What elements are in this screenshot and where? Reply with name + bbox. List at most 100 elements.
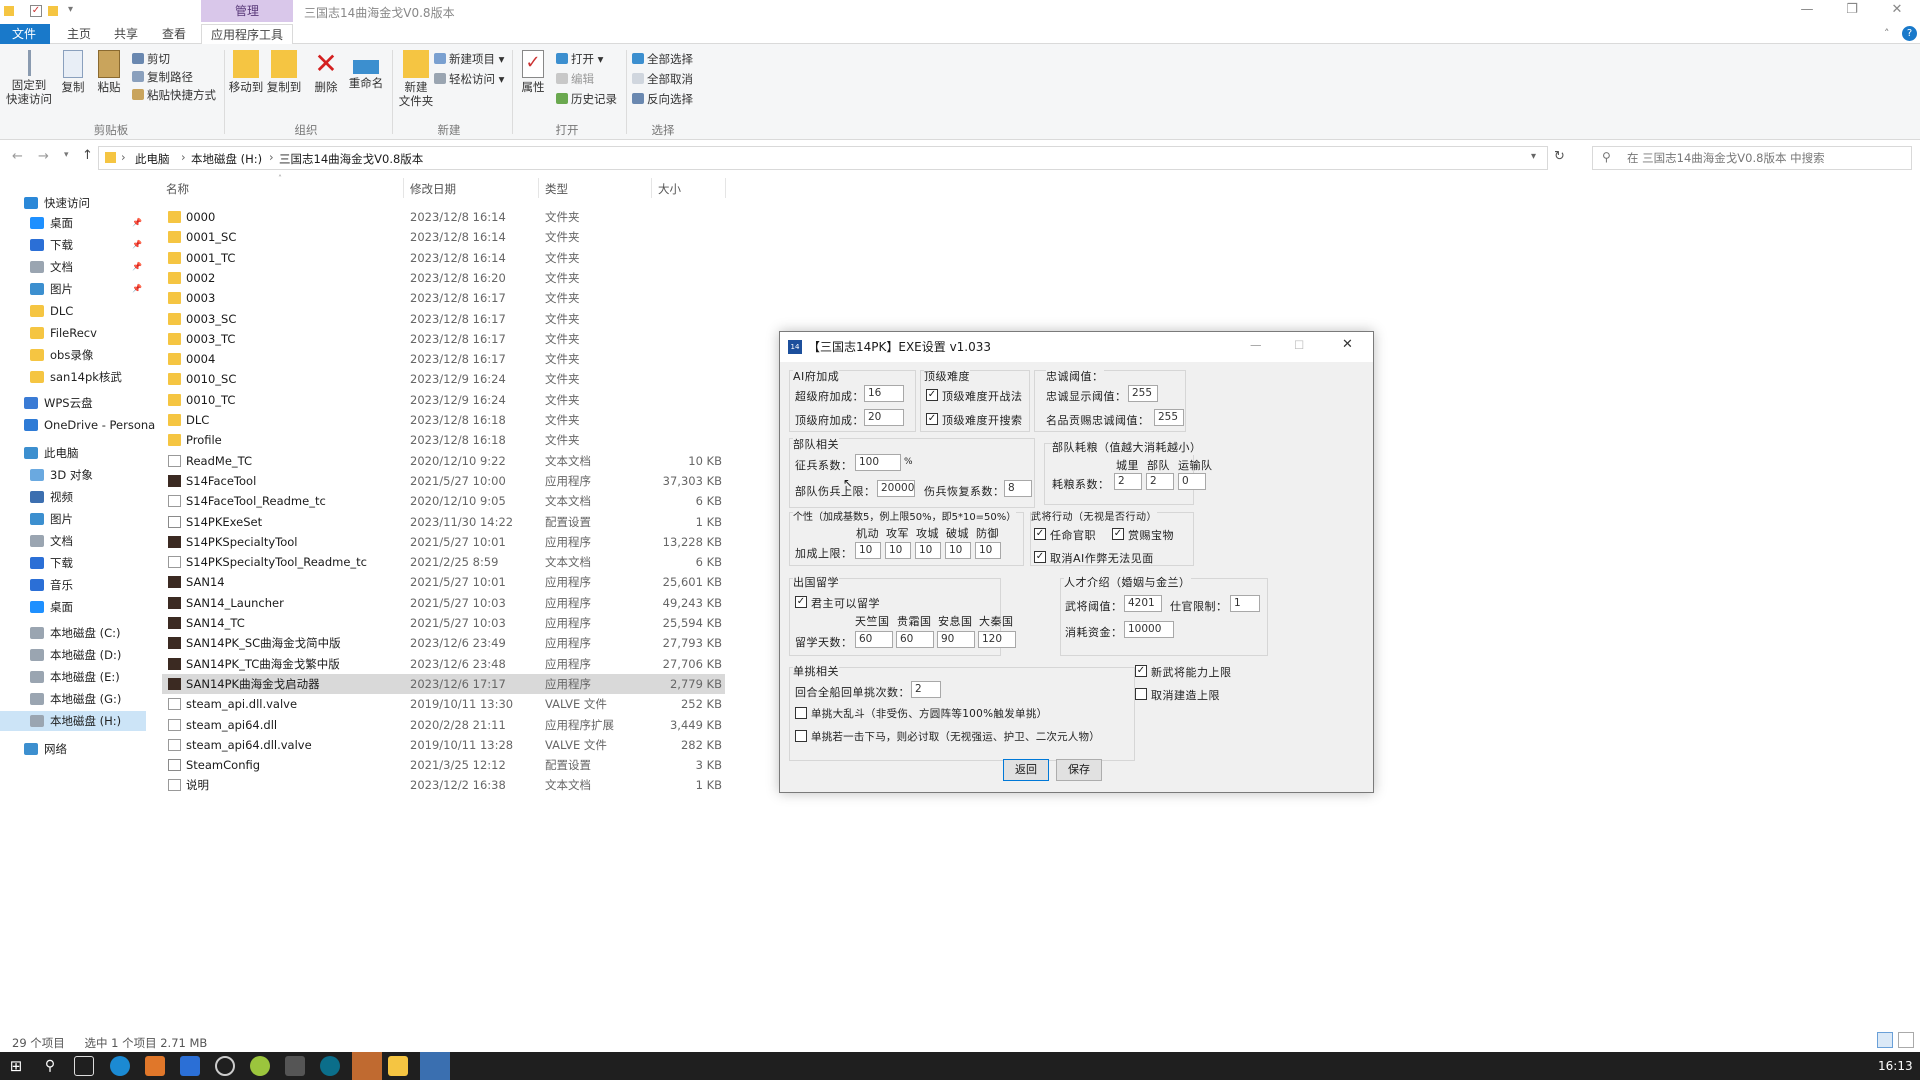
duel-chaos-checkbox[interactable] bbox=[795, 707, 807, 719]
cut-button[interactable]: 剪切 bbox=[132, 50, 170, 68]
nav-item[interactable]: 音乐 bbox=[0, 575, 146, 595]
dialog-close-button[interactable]: ✕ bbox=[1342, 337, 1353, 352]
file-row[interactable]: S14PKSpecialtyTool_Readme_tc 2021/2/25 8:… bbox=[162, 552, 725, 572]
wound-recover-input[interactable]: 8 bbox=[1004, 480, 1032, 497]
details-view-icon[interactable] bbox=[1877, 1032, 1893, 1048]
file-row[interactable]: 0002 2023/12/8 16:20 文件夹 bbox=[162, 268, 725, 288]
refresh-icon[interactable]: ↻ bbox=[1554, 149, 1565, 164]
file-row[interactable]: ReadMe_TC 2020/12/10 9:22 文本文档 10 KB bbox=[162, 451, 725, 471]
cancel-build-cap-checkbox[interactable] bbox=[1135, 688, 1147, 700]
nav-item[interactable]: san14pk核武 bbox=[0, 367, 146, 387]
file-row[interactable]: steam_api64.dll.valve 2019/10/11 13:28 VAL… bbox=[162, 735, 725, 755]
nav-item[interactable]: 本地磁盘 (H:) bbox=[0, 711, 146, 731]
pin-icon[interactable]: 📌 bbox=[132, 235, 142, 255]
nav-item[interactable]: FileRecv bbox=[0, 323, 146, 343]
file-row[interactable]: S14PKSpecialtyTool 2021/5/27 10:01 应用程序 13,… bbox=[162, 532, 725, 552]
talent-office-input[interactable]: 1 bbox=[1230, 595, 1260, 612]
rename-button[interactable]: 重命名 bbox=[346, 50, 386, 90]
nav-item[interactable]: 本地磁盘 (E:) bbox=[0, 667, 146, 687]
history-button[interactable]: 历史记录 bbox=[556, 90, 617, 108]
nav-item[interactable]: WPS云盘 bbox=[0, 393, 146, 413]
diff-tactic-checkbox[interactable]: ✓ bbox=[926, 389, 938, 401]
file-row[interactable]: S14PKExeSet 2023/11/30 14:22 配置设置 1 KB bbox=[162, 512, 725, 532]
study-parthia-input[interactable]: 90 bbox=[937, 631, 975, 648]
file-row[interactable]: DLC 2023/12/8 16:18 文件夹 bbox=[162, 410, 725, 430]
exe-setter-taskbar-icon[interactable] bbox=[420, 1052, 450, 1080]
file-row[interactable]: steam_api64.dll 2020/2/28 21:11 应用程序扩展 3,44… bbox=[162, 715, 725, 735]
minimize-button[interactable]: — bbox=[1792, 2, 1822, 22]
copy-to-button[interactable]: 复制到 bbox=[266, 50, 302, 94]
file-row[interactable]: SAN14 2021/5/27 10:01 应用程序 25,601 KB bbox=[162, 572, 725, 592]
app-green-icon[interactable] bbox=[250, 1056, 270, 1076]
new-folder-button[interactable]: 新建 文件夹 bbox=[396, 50, 436, 108]
nav-item[interactable]: 桌面 bbox=[0, 597, 146, 617]
nav-item[interactable]: 网络 bbox=[0, 739, 146, 759]
file-row[interactable]: 0004 2023/12/8 16:17 文件夹 bbox=[162, 349, 725, 369]
recent-dropdown-icon[interactable]: ▾ bbox=[64, 150, 69, 160]
column-header-date[interactable]: 修改日期 bbox=[410, 181, 456, 197]
pin-icon[interactable]: 📌 bbox=[132, 213, 142, 233]
forward-arrow-icon[interactable]: → bbox=[38, 149, 49, 164]
edge-browser-icon[interactable] bbox=[110, 1056, 130, 1076]
duel-rounds-input[interactable]: 2 bbox=[911, 681, 941, 698]
duel-horse-checkbox[interactable] bbox=[795, 730, 807, 742]
nav-item[interactable]: 下载 bbox=[0, 553, 146, 573]
cons-city-input[interactable]: 2 bbox=[1114, 473, 1142, 490]
nav-item[interactable]: 3D 对象 bbox=[0, 465, 146, 485]
select-none-button[interactable]: 全部取消 bbox=[632, 70, 693, 88]
new-folder-qa-icon[interactable] bbox=[48, 6, 58, 16]
wound-cap-input[interactable]: 20000 bbox=[877, 480, 915, 497]
nav-item[interactable]: 快速访问 bbox=[0, 193, 146, 213]
tab-app-tools[interactable]: 应用程序工具 bbox=[201, 24, 293, 44]
close-button[interactable]: ✕ bbox=[1882, 2, 1912, 22]
up-arrow-icon[interactable]: ↑ bbox=[82, 148, 93, 163]
file-row[interactable]: 0010_SC 2023/12/9 16:24 文件夹 bbox=[162, 369, 725, 389]
nav-item[interactable]: 图片 bbox=[0, 509, 146, 529]
talent-fund-input[interactable]: 10000 bbox=[1124, 621, 1174, 638]
paste-button[interactable]: 粘贴 bbox=[94, 50, 124, 94]
back-arrow-icon[interactable]: ← bbox=[12, 149, 23, 164]
context-tab-manage[interactable]: 管理 bbox=[201, 0, 293, 22]
nav-item[interactable]: 下载 📌 bbox=[0, 235, 146, 255]
nav-item[interactable]: 文档 📌 bbox=[0, 257, 146, 277]
nav-item[interactable]: 本地磁盘 (G:) bbox=[0, 689, 146, 709]
file-row[interactable]: SAN14PK曲海金戈启动器 2023/12/6 17:17 应用程序 2,779 K… bbox=[162, 673, 725, 694]
new-item-button[interactable]: 新建项目 ▾ bbox=[434, 50, 504, 68]
gift-checkbox[interactable]: ✓ bbox=[1112, 528, 1124, 540]
steam-icon[interactable] bbox=[285, 1056, 305, 1076]
invert-selection-button[interactable]: 反向选择 bbox=[632, 90, 693, 108]
nav-item[interactable]: 本地磁盘 (D:) bbox=[0, 645, 146, 665]
nav-item[interactable]: obs录像 bbox=[0, 345, 146, 365]
nav-item[interactable]: 文档 bbox=[0, 531, 146, 551]
file-row[interactable]: SAN14PK_SC曲海金戈简中版 2023/12/6 23:49 应用程序 27,7… bbox=[162, 633, 725, 653]
dialog-maximize-button[interactable]: ☐ bbox=[1294, 338, 1304, 352]
loyalty-item-input[interactable]: 255 bbox=[1154, 409, 1184, 426]
cancel-ai-cheat-checkbox[interactable]: ✓ bbox=[1034, 551, 1046, 563]
edit-button[interactable]: 编辑 bbox=[556, 70, 594, 88]
app-circle-icon[interactable] bbox=[215, 1056, 235, 1076]
new-general-cap-checkbox[interactable]: ✓ bbox=[1135, 665, 1147, 677]
open-button[interactable]: 打开 ▾ bbox=[556, 50, 603, 68]
conscript-input[interactable]: 100 bbox=[855, 454, 901, 471]
back-button[interactable]: 返回 bbox=[1003, 759, 1049, 781]
top-bonus-input[interactable]: 20 bbox=[864, 409, 904, 426]
file-row[interactable]: 0001_TC 2023/12/8 16:14 文件夹 bbox=[162, 248, 725, 268]
game-running-icon[interactable] bbox=[352, 1052, 382, 1080]
appoint-checkbox[interactable]: ✓ bbox=[1034, 528, 1046, 540]
nav-item[interactable]: OneDrive - Persona bbox=[0, 415, 155, 435]
study-india-input[interactable]: 60 bbox=[855, 631, 893, 648]
search-input[interactable]: 在 三国志14曲海金戈V0.8版本 中搜索 bbox=[1592, 146, 1912, 170]
tab-share[interactable]: 共享 bbox=[102, 24, 150, 44]
file-row[interactable]: SAN14_TC 2021/5/27 10:03 应用程序 25,594 KB bbox=[162, 613, 725, 633]
properties-button[interactable]: ✓ 属性 bbox=[516, 50, 550, 94]
delete-button[interactable]: ✕ 删除 bbox=[310, 50, 342, 95]
cons-unit-input[interactable]: 2 bbox=[1146, 473, 1174, 490]
address-dropdown-icon[interactable]: ▾ bbox=[1531, 151, 1536, 162]
file-row[interactable]: Profile 2023/12/8 16:18 文件夹 bbox=[162, 430, 725, 450]
nav-item[interactable]: 本地磁盘 (C:) bbox=[0, 623, 146, 643]
properties-qa-icon[interactable]: ✓ bbox=[30, 5, 42, 17]
pers-mobility-input[interactable]: 10 bbox=[855, 542, 881, 559]
nav-item[interactable]: 视频 bbox=[0, 487, 146, 507]
breadcrumb-this-pc[interactable]: 此电脑 bbox=[135, 151, 170, 167]
file-row[interactable]: SAN14PK_TC曲海金戈繁中版 2023/12/6 23:48 应用程序 27,7… bbox=[162, 654, 725, 674]
